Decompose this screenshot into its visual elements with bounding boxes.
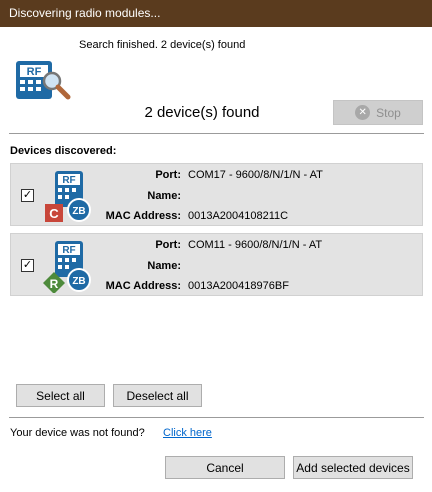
radio-search-icon: RF [16, 61, 71, 100]
port-value: COM17 - 9600/8/N/1/N - AT [188, 169, 323, 181]
devices-discovered-heading: Devices discovered: [10, 145, 117, 157]
port-value: COM11 - 9600/8/N/1/N - AT [188, 239, 323, 251]
name-label: Name: [147, 260, 181, 272]
cancel-button[interactable]: Cancel [165, 456, 285, 479]
name-label: Name: [147, 190, 181, 202]
port-label: Port: [155, 169, 181, 181]
svg-text:RF: RF [27, 66, 42, 78]
stop-x-icon: ✕ [355, 105, 371, 120]
mac-value: 0013A2004108211C [188, 210, 289, 222]
deselect-all-button[interactable]: Deselect all [113, 384, 202, 407]
mac-value: 0013A200418976BF [188, 280, 289, 292]
add-selected-devices-button[interactable]: Add selected devices [293, 456, 413, 479]
mac-label: MAC Address: [105, 210, 181, 222]
select-all-button[interactable]: Select all [16, 384, 105, 407]
click-here-link[interactable]: Click here [163, 427, 212, 439]
mac-label: MAC Address: [105, 280, 181, 292]
bottom-divider [9, 417, 424, 418]
port-label: Port: [155, 239, 181, 251]
status-message: Search finished. 2 device(s) found [79, 39, 246, 51]
device-card[interactable]: ✓ RF R ZB Port: COM11 - 9600/8/N/1/N - A… [10, 233, 423, 296]
device-card[interactable]: ✓ RF C ZB Port: COM17 - 9600/8/N/1/N - A… [10, 163, 423, 226]
window-titlebar: Discovering radio modules... [0, 0, 432, 27]
not-found-text: Your device was not found? [10, 427, 145, 439]
stop-button-label: Stop [376, 105, 401, 120]
stop-button[interactable]: ✕ Stop [333, 100, 423, 125]
top-divider [9, 133, 424, 134]
